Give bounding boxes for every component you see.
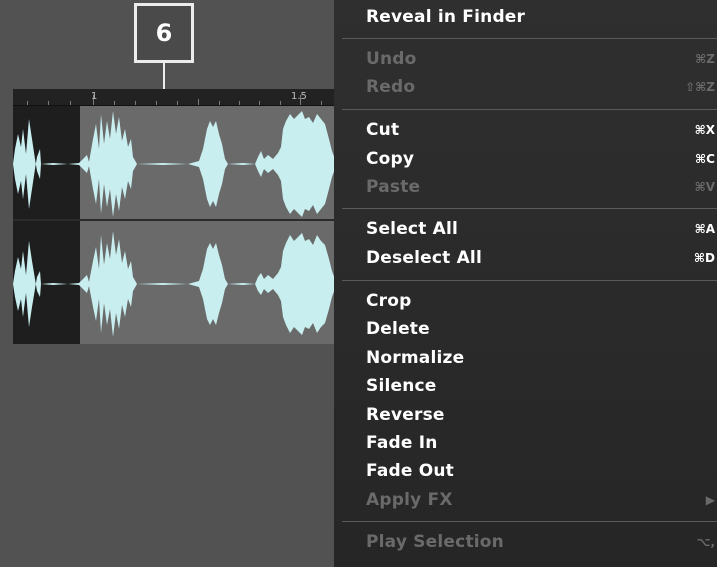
ruler-minor-tick bbox=[219, 101, 220, 105]
menu-item-play-selection[interactable]: Play Selection ⌥, bbox=[334, 529, 717, 555]
menu-separator bbox=[342, 208, 717, 209]
ruler-minor-tick bbox=[239, 101, 240, 105]
shortcut-cut: ⌘X bbox=[694, 123, 715, 137]
menu-item-deselect-all[interactable]: Deselect All ⌘D bbox=[334, 245, 717, 271]
ruler-minor-tick bbox=[259, 101, 260, 105]
menu-separator bbox=[342, 109, 717, 110]
triangle-right-icon: ▶ bbox=[705, 493, 715, 507]
menu-item-reveal-in-finder[interactable]: Reveal in Finder bbox=[334, 4, 717, 30]
waveform-editor[interactable]: 1 1.5 bbox=[13, 89, 335, 344]
menu-item-fade-in[interactable]: Fade In bbox=[334, 430, 717, 456]
ruler-minor-tick bbox=[70, 101, 71, 105]
ruler-minor-tick bbox=[321, 101, 322, 105]
shortcut-select-all: ⌘A bbox=[694, 222, 715, 236]
ruler-minor-tick bbox=[135, 101, 136, 105]
waveform-channel-1[interactable] bbox=[13, 109, 335, 219]
channel-separator bbox=[13, 219, 335, 221]
menu-item-apply-fx[interactable]: Apply FX ▶ bbox=[334, 487, 717, 513]
menu-separator bbox=[342, 38, 717, 39]
callout-number-badge: 6 bbox=[134, 3, 194, 63]
menu-item-select-all[interactable]: Select All ⌘A bbox=[334, 216, 717, 242]
context-menu: Reveal in Finder Undo ⌘Z Redo ⇧⌘Z Cut ⌘X… bbox=[334, 0, 717, 567]
menu-item-cut[interactable]: Cut ⌘X bbox=[334, 117, 717, 143]
ruler-minor-tick bbox=[177, 101, 178, 105]
shortcut-paste: ⌘V bbox=[694, 180, 715, 194]
menu-item-copy[interactable]: Copy ⌘C bbox=[334, 146, 717, 172]
ruler-label-1: 1 bbox=[91, 91, 98, 102]
menu-item-normalize[interactable]: Normalize bbox=[334, 345, 717, 371]
shortcut-undo: ⌘Z bbox=[695, 52, 715, 66]
callout-number: 6 bbox=[155, 19, 173, 47]
menu-item-delete[interactable]: Delete bbox=[334, 316, 717, 342]
shortcut-deselect-all: ⌘D bbox=[693, 251, 715, 265]
ruler-minor-tick bbox=[114, 101, 115, 105]
ruler-minor-tick bbox=[27, 101, 28, 105]
shortcut-copy: ⌘C bbox=[695, 152, 715, 166]
ruler-minor-tick bbox=[48, 101, 49, 105]
menu-item-fade-out[interactable]: Fade Out bbox=[334, 458, 717, 484]
ruler-minor-tick bbox=[156, 101, 157, 105]
shortcut-play-selection: ⌥, bbox=[696, 535, 715, 549]
ruler-minor-tick bbox=[198, 99, 199, 105]
shortcut-redo: ⇧⌘Z bbox=[685, 80, 715, 94]
menu-item-crop[interactable]: Crop bbox=[334, 288, 717, 314]
menu-item-undo[interactable]: Undo ⌘Z bbox=[334, 46, 717, 72]
menu-separator bbox=[342, 280, 717, 281]
waveform-channel-2[interactable] bbox=[13, 229, 335, 339]
ruler-label-1-5: 1.5 bbox=[291, 91, 307, 102]
timeline-ruler[interactable]: 1 1.5 bbox=[13, 89, 335, 106]
menu-item-paste[interactable]: Paste ⌘V bbox=[334, 174, 717, 200]
menu-item-reverse[interactable]: Reverse bbox=[334, 402, 717, 428]
menu-separator bbox=[342, 521, 717, 522]
menu-item-silence[interactable]: Silence bbox=[334, 373, 717, 399]
ruler-minor-tick bbox=[280, 101, 281, 105]
menu-item-redo[interactable]: Redo ⇧⌘Z bbox=[334, 74, 717, 100]
